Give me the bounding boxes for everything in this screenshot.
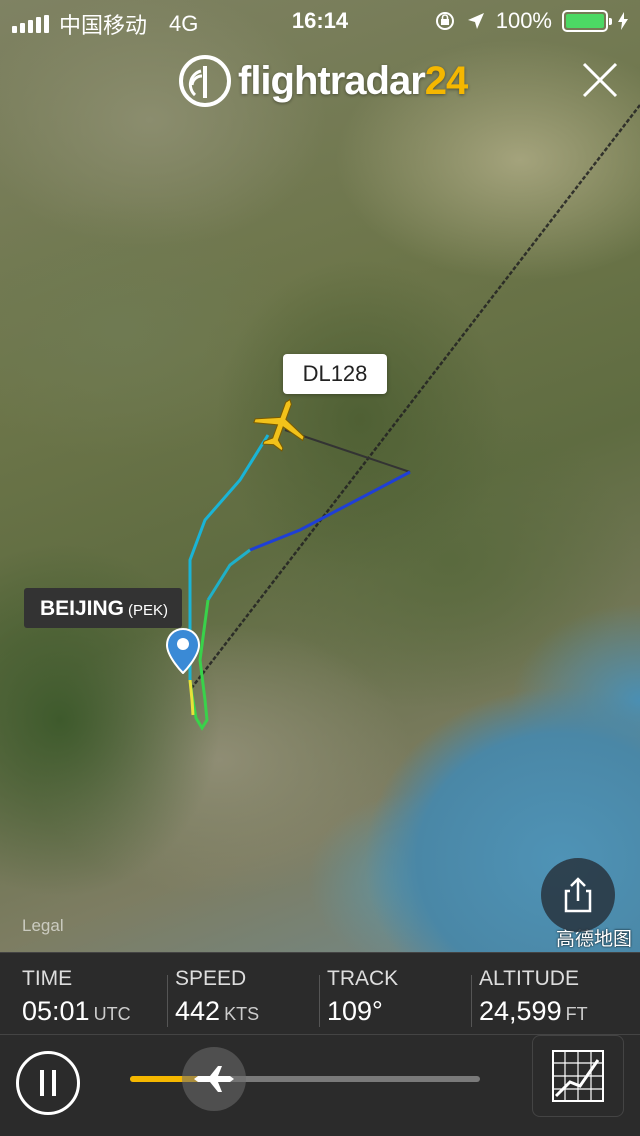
share-button[interactable] — [541, 858, 615, 932]
flight-info-panel: TIME 05:01 UTC SPEED 442 KTS TRACK 109° AL… — [0, 952, 640, 1034]
airport-name: BEIJING — [40, 597, 125, 620]
status-right: 100% — [434, 8, 628, 34]
pause-icon — [40, 1070, 44, 1096]
airport-pin-icon[interactable] — [166, 628, 200, 674]
speed-unit: KTS — [224, 1004, 260, 1024]
radar-logo-icon — [179, 55, 231, 107]
battery-percent: 100% — [495, 8, 552, 33]
speed-label: SPEED — [175, 967, 247, 990]
track-value: 109° — [327, 996, 383, 1026]
location-arrow-icon — [467, 13, 484, 29]
time-label: TIME — [22, 967, 73, 990]
stat-altitude: ALTITUDE 24,599 FT — [471, 967, 629, 1027]
flight-track-high — [249, 470, 411, 552]
logo-number: 24 — [424, 58, 468, 103]
map-view[interactable] — [0, 0, 640, 952]
track-label: TRACK — [327, 967, 399, 990]
playback-bar — [0, 1034, 640, 1136]
altitude-value: 24,599 — [479, 996, 562, 1026]
close-icon[interactable] — [580, 60, 620, 100]
time-value: 05:01 — [22, 996, 90, 1026]
altitude-chart-button[interactable] — [532, 1035, 624, 1117]
flight-track-descent — [206, 548, 251, 601]
orientation-lock-icon — [435, 12, 454, 30]
altitude-chart-icon — [552, 1050, 604, 1102]
time-unit: UTC — [93, 1004, 131, 1024]
logo-text: flightradar — [238, 58, 426, 103]
map-overlay — [188, 104, 640, 731]
charging-bolt-icon — [618, 12, 628, 30]
airport-label[interactable]: BEIJING (PEK) — [24, 588, 183, 628]
speed-value: 442 — [175, 996, 221, 1026]
stat-speed: SPEED 442 KTS — [167, 967, 325, 1027]
airport-code: (PEK) — [128, 602, 169, 619]
share-icon — [564, 877, 592, 913]
flight-callsign-label[interactable]: DL128 — [283, 354, 387, 394]
slider-handle[interactable] — [182, 1047, 246, 1111]
logo-wordmark: flightradar24 — [238, 58, 468, 104]
pause-button[interactable] — [16, 1051, 80, 1115]
altitude-unit: FT — [565, 1004, 588, 1024]
airplane-icon[interactable] — [251, 396, 311, 452]
battery-icon — [562, 10, 612, 32]
status-bar: 中国移动 4G 16:14 100% — [0, 0, 640, 40]
legal-link[interactable]: Legal — [22, 916, 64, 936]
stat-track: TRACK 109° — [319, 967, 477, 1027]
altitude-label: ALTITUDE — [479, 967, 579, 990]
stat-time: TIME 05:01 UTC — [22, 967, 172, 1027]
airplane-icon — [194, 1066, 234, 1092]
battery-fill — [566, 14, 604, 28]
app-logo: flightradar24 — [178, 54, 468, 108]
